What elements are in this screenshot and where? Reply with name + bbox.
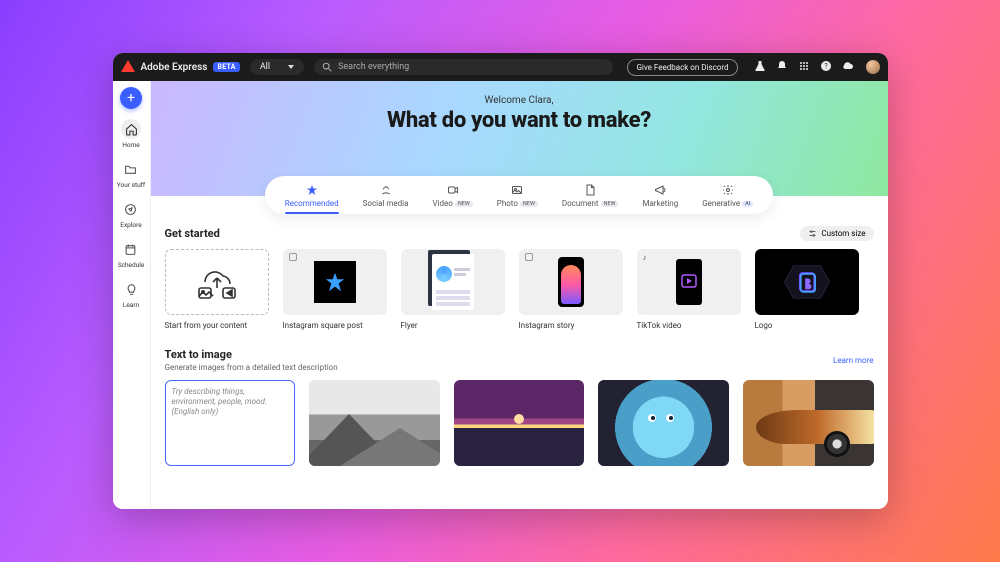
lightbulb-icon (121, 279, 141, 299)
hero-heading: What do you want to make? (387, 108, 651, 133)
adobe-logo-icon (121, 60, 135, 74)
labs-icon[interactable] (754, 60, 766, 75)
search-box[interactable] (314, 59, 613, 75)
avatar[interactable] (866, 60, 880, 74)
template-tiktok-video[interactable]: ♪ TikTok video (637, 249, 741, 330)
topbar-icons: ? (754, 60, 854, 75)
template-instagram-square[interactable]: Instagram square post (283, 249, 387, 330)
sample-image-car[interactable] (743, 380, 874, 466)
tab-marketing[interactable]: Marketing (642, 184, 678, 208)
sample-image-mountain[interactable] (309, 380, 440, 466)
feedback-button[interactable]: Give Feedback on Discord (627, 59, 737, 76)
sample-image-creature[interactable] (598, 380, 729, 466)
tab-social-media[interactable]: Social media (363, 184, 409, 208)
sidebar: + Home Your stuff Explore Schedule Learn (113, 81, 151, 509)
text-to-image-prompt-input[interactable]: Try describing things, environment, peop… (165, 380, 296, 466)
topbar: Adobe Express BETA All Give Feedback on … (113, 53, 888, 81)
compass-icon (121, 199, 141, 219)
template-logo[interactable]: Logo (755, 249, 859, 330)
tab-recommended[interactable]: Recommended (285, 184, 339, 208)
text-to-image-row: Try describing things, environment, peop… (165, 380, 874, 466)
sidebar-item-your-stuff[interactable]: Your stuff (117, 159, 145, 189)
category-bar: Recommended Social media VideoNEW PhotoN… (265, 176, 773, 214)
chevron-down-icon (288, 65, 294, 69)
template-instagram-story[interactable]: Instagram story (519, 249, 623, 330)
custom-size-button[interactable]: Custom size (800, 226, 873, 241)
template-row: Start from your content Instagram square… (165, 249, 874, 330)
search-input[interactable] (338, 62, 605, 72)
folder-icon (121, 159, 141, 179)
home-icon (121, 119, 141, 139)
apps-icon[interactable] (798, 60, 810, 75)
upload-icon (165, 249, 269, 315)
calendar-icon (121, 239, 141, 259)
sidebar-item-home[interactable]: Home (121, 119, 141, 149)
help-icon[interactable]: ? (820, 60, 832, 75)
learn-more-link[interactable]: Learn more (833, 356, 873, 365)
sidebar-item-learn[interactable]: Learn (121, 279, 141, 309)
search-icon (322, 62, 332, 72)
tab-photo[interactable]: PhotoNEW (497, 184, 538, 208)
tab-generative[interactable]: GenerativeAI (702, 184, 753, 208)
beta-badge: BETA (213, 62, 239, 72)
section-title-get-started: Get started (165, 227, 220, 240)
notifications-icon[interactable] (776, 60, 788, 75)
template-start-from-content[interactable]: Start from your content (165, 249, 269, 330)
filter-dropdown-label: All (260, 62, 270, 72)
app-window: Adobe Express BETA All Give Feedback on … (113, 53, 888, 509)
tab-video[interactable]: VideoNEW (432, 184, 472, 208)
add-button[interactable]: + (120, 87, 142, 109)
tab-document[interactable]: DocumentNEW (562, 184, 619, 208)
creative-cloud-icon[interactable] (842, 60, 854, 75)
filter-dropdown[interactable]: All (250, 59, 304, 75)
brand-name: Adobe Express (141, 62, 208, 73)
welcome-text: Welcome Clara, (485, 95, 554, 106)
sidebar-item-schedule[interactable]: Schedule (118, 239, 145, 269)
template-flyer[interactable]: Flyer (401, 249, 505, 330)
hero: Welcome Clara, What do you want to make?… (151, 81, 888, 196)
sidebar-item-explore[interactable]: Explore (120, 199, 141, 229)
section-title-text-to-image: Text to image (165, 348, 338, 361)
sample-image-sunset[interactable] (454, 380, 585, 466)
section-subtitle-text-to-image: Generate images from a detailed text des… (165, 363, 338, 372)
main-content: Welcome Clara, What do you want to make?… (151, 81, 888, 509)
